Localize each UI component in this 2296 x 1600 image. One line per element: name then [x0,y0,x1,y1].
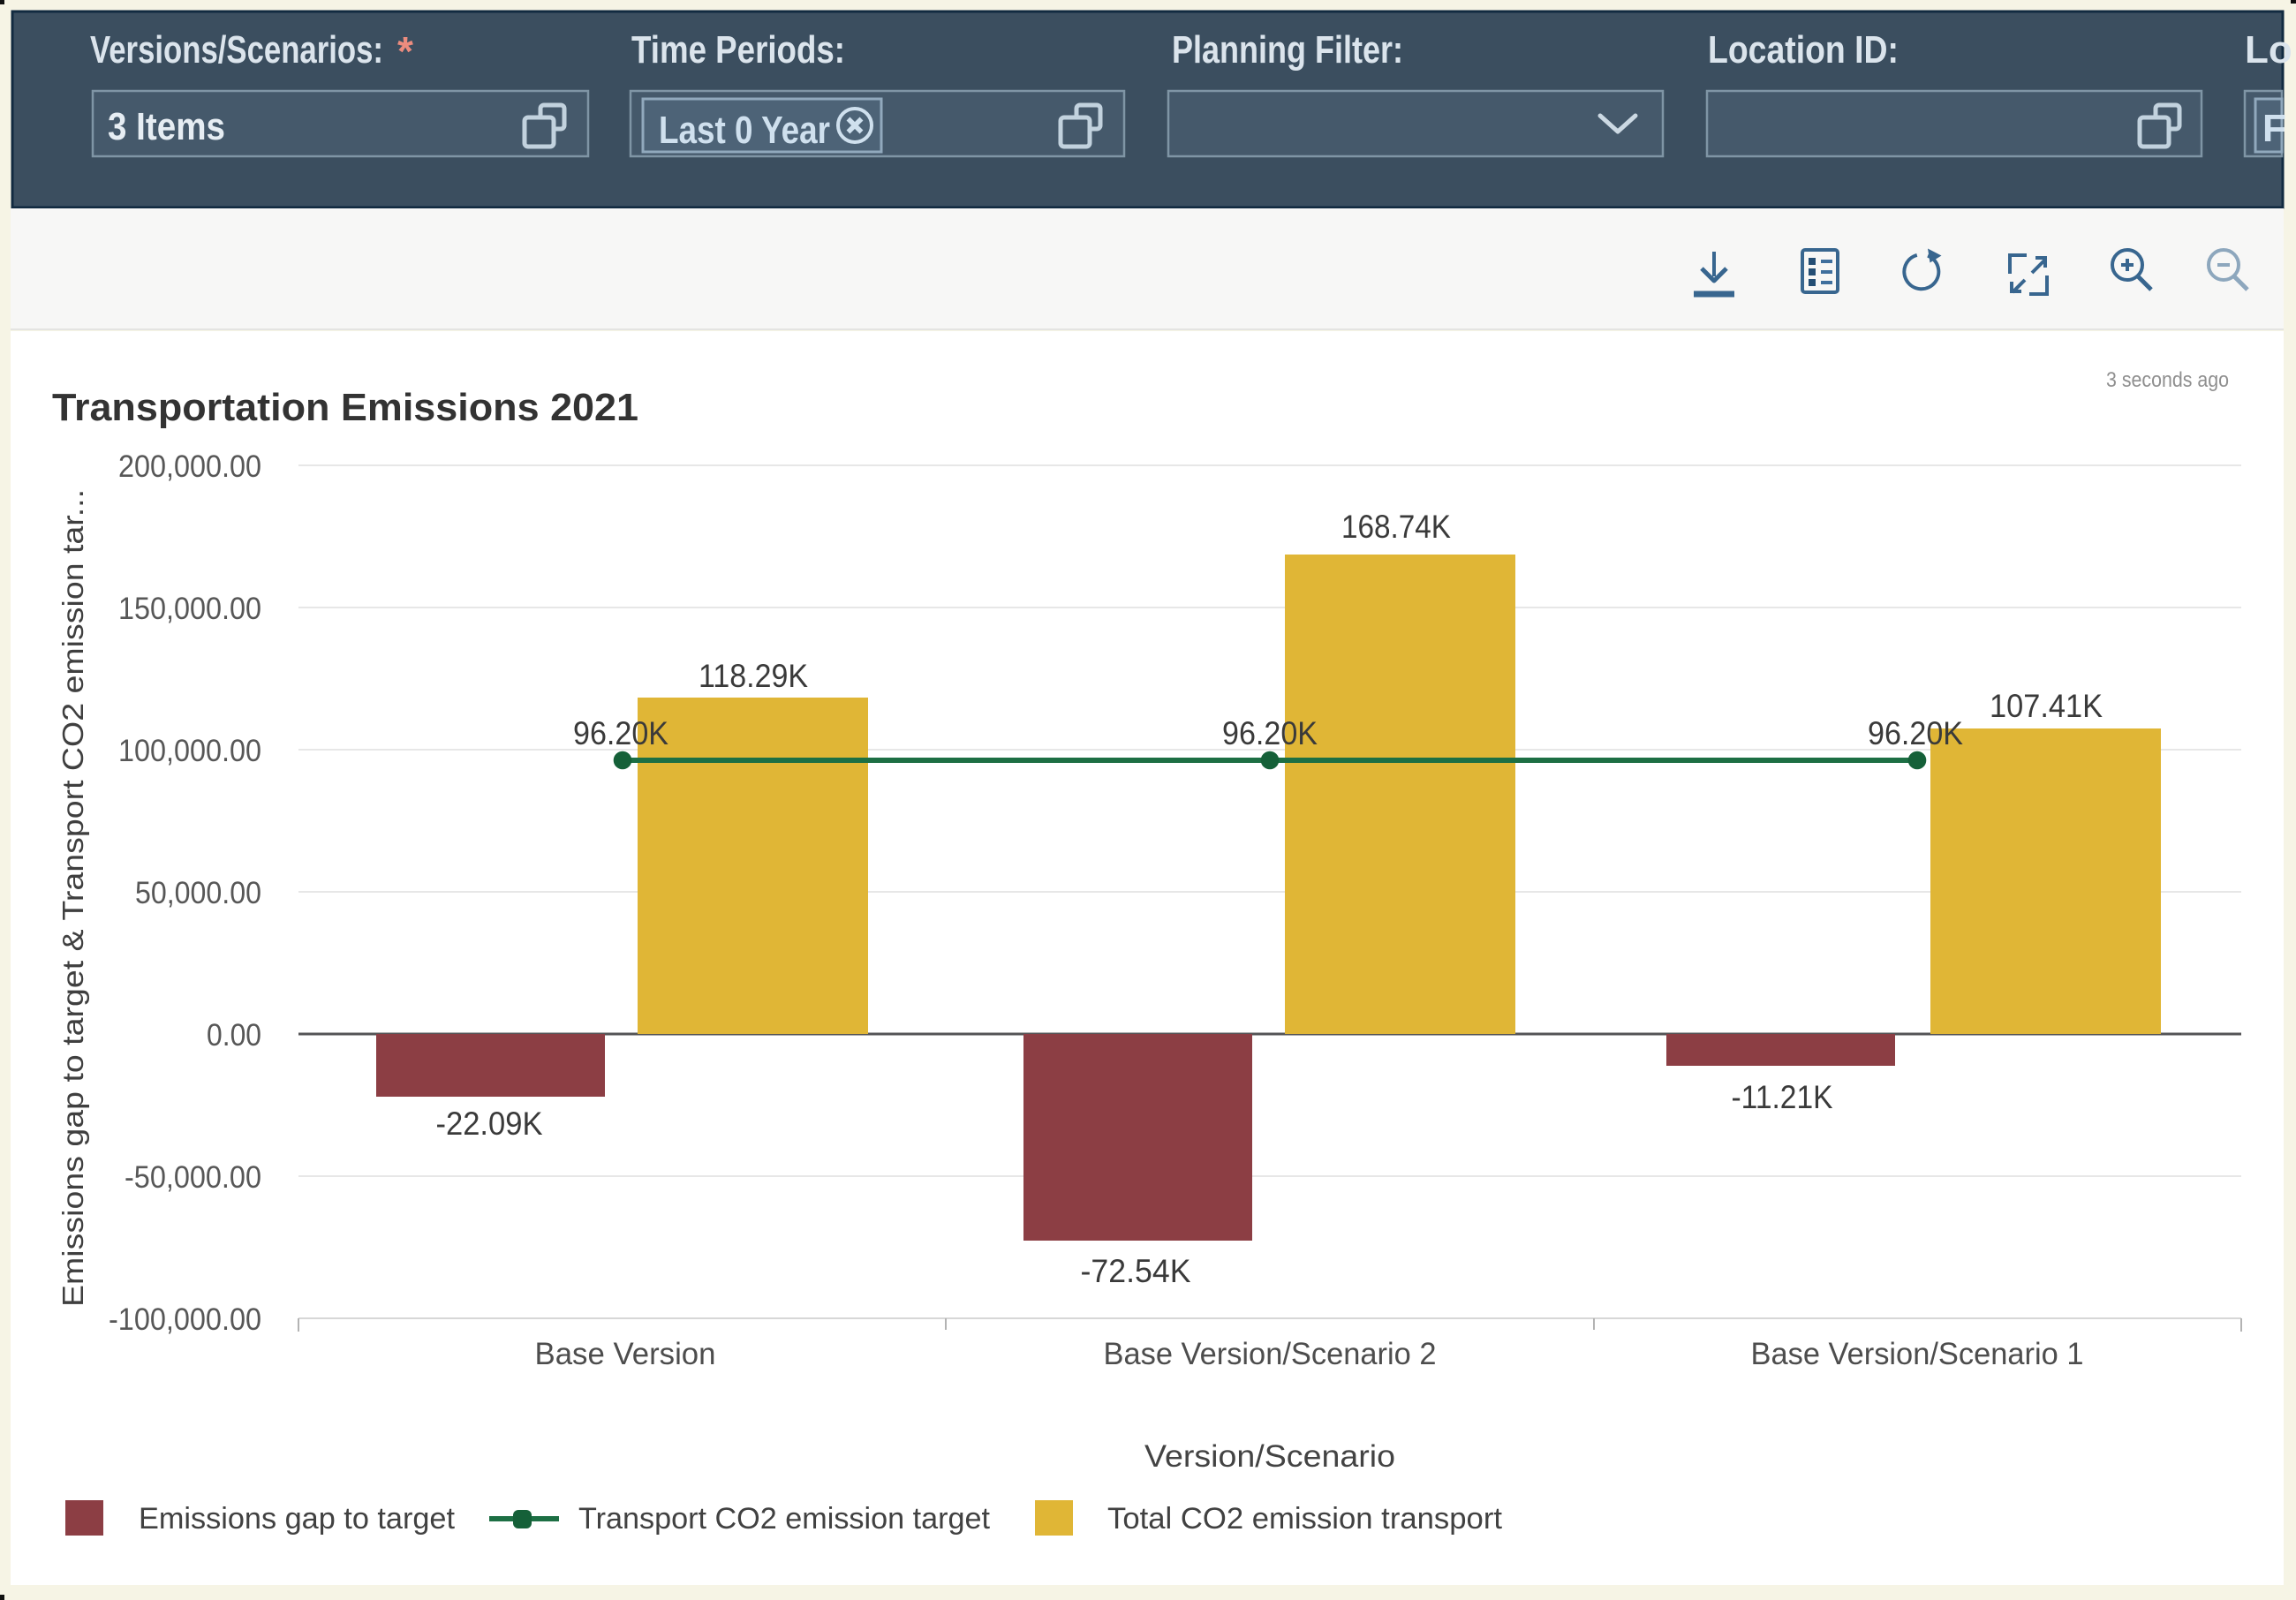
svg-text:Transportation Emissions 2021: Transportation Emissions 2021 [52,386,638,429]
svg-text:96.20K: 96.20K [1868,715,1963,751]
svg-text:Version/Scenario: Version/Scenario [1144,1439,1395,1474]
svg-text:107.41K: 107.41K [1990,688,2103,724]
svg-text:Versions/Scenarios:: Versions/Scenarios: [90,28,383,72]
svg-text:Total CO2 emission transport: Total CO2 emission transport [1107,1502,1503,1536]
svg-text:-22.09K: -22.09K [436,1106,543,1142]
svg-text:-11.21K: -11.21K [1732,1079,1833,1115]
svg-text:Emissions gap to target & Tran: Emissions gap to target & Transport CO2 … [57,489,89,1307]
svg-text:150,000.00: 150,000.00 [118,592,261,626]
svg-text:50,000.00: 50,000.00 [135,876,261,910]
svg-text:Location ID:: Location ID: [1708,28,1899,72]
svg-text:-100,000.00: -100,000.00 [109,1302,261,1337]
svg-text:Last 0 Year: Last 0 Year [659,109,830,152]
svg-text:-72.54K: -72.54K [1081,1253,1191,1289]
svg-text:Transport CO2 emission target: Transport CO2 emission target [578,1502,991,1536]
svg-text:F: F [2262,107,2286,150]
svg-text:96.20K: 96.20K [1222,715,1318,751]
svg-text:Planning Filter:: Planning Filter: [1172,28,1403,72]
svg-text:0.00: 0.00 [207,1018,261,1053]
svg-text:Base Version/Scenario 2: Base Version/Scenario 2 [1104,1337,1437,1371]
svg-text:*: * [397,28,413,74]
svg-text:Emissions gap to target: Emissions gap to target [139,1502,456,1536]
svg-text:Base Version/Scenario 1: Base Version/Scenario 1 [1751,1337,2084,1371]
svg-text:Lo: Lo [2245,28,2292,72]
svg-text:3 Items: 3 Items [108,105,225,148]
svg-text:168.74K: 168.74K [1341,509,1451,545]
svg-text:3 seconds ago: 3 seconds ago [2106,368,2229,392]
svg-text:96.20K: 96.20K [573,715,668,751]
svg-text:Base Version: Base Version [535,1337,716,1371]
svg-text:200,000.00: 200,000.00 [118,449,261,484]
svg-text:Time Periods:: Time Periods: [631,28,845,72]
svg-text:100,000.00: 100,000.00 [118,734,261,768]
svg-text:118.29K: 118.29K [699,658,808,694]
svg-text:-50,000.00: -50,000.00 [125,1160,261,1195]
